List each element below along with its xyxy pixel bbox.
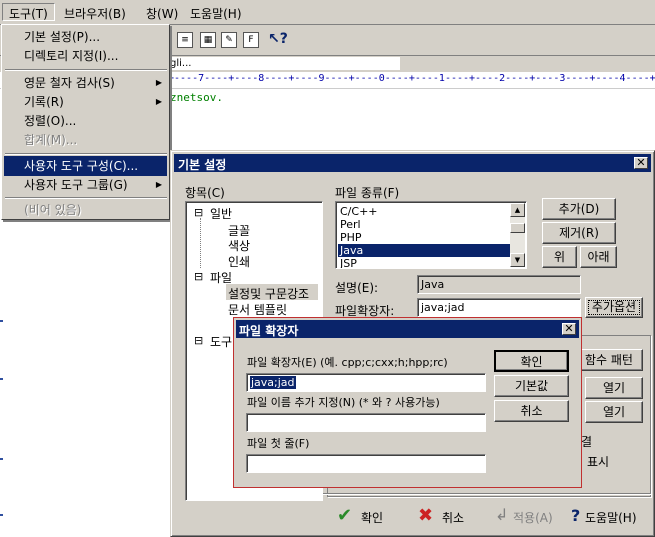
tree-line [200,218,201,268]
extension-dialog: 파일 확장자 ✕ 파일 확장자(E) (예. cpp;c;cxx;h;hpp;r… [233,317,582,488]
move-up-button[interactable]: 위 [542,246,577,268]
cancel-button-label: 취소 [442,511,465,525]
help-question-icon: ? [571,506,581,525]
toolbar-list-icon[interactable]: ≡ [177,32,193,48]
ext-default-button[interactable]: 기본값 [494,375,569,397]
open-button-2[interactable]: 열기 [585,401,643,423]
menu-item-directory[interactable]: 디렉토리 지정(I)... [2,46,170,66]
editor-path-text: gli... [170,58,192,69]
category-label: 항목(C) [185,186,225,200]
menu-item-empty: (비어 있음) [24,203,82,217]
firstline-label: 파일 첫 줄(F) [247,437,310,450]
partial-label-1: 결 [581,435,593,449]
tree-item-syntax-selected[interactable]: 설정및 구문강조 [226,284,318,301]
filetype-list[interactable]: C/C++ Perl PHP Java JSP ▲ ▼ [335,201,527,269]
toolbar-font-icon[interactable]: F [243,32,259,48]
ext-cancel-button[interactable]: 취소 [494,400,569,422]
tree-item-print[interactable]: 인쇄 [228,253,250,270]
editor-path-field: gli... [168,57,400,70]
menu-browser[interactable]: 브라우저(B) [64,5,126,22]
remove-filetype-button[interactable]: 제거(R) [542,222,616,244]
toolbar-tool-icon[interactable]: ✎ [221,32,237,48]
tree-item-color[interactable]: 색상 [228,237,250,254]
ok-button-label: 확인 [361,511,384,525]
name-label: 파일 이름 추가 지정(N) (* 와 ? 사용가능) [247,396,440,409]
help-button-label: 도움말(H) [585,511,637,525]
extension-titlebar[interactable]: 파일 확장자 ✕ [236,320,579,338]
filetype-item[interactable]: JSP [338,257,512,268]
menu-item-user-tool-group[interactable]: 사용자 도구 그룹(G) ▶ [2,175,170,195]
preferences-titlebar[interactable]: 기본 설정 ✕ [174,154,651,172]
menu-tools-label: 도구(T) [9,7,48,21]
menu-item-sum: 합계(M)... [24,133,78,147]
tree-item-template[interactable]: 문서 템플릿 [228,301,287,318]
extension-close-button[interactable]: ✕ [562,323,576,335]
tools-menu: 기본 설정(P)... 디렉토리 지정(I)... 영문 철자 검사(S) ▶ 기… [1,24,170,220]
x-icon: ✖ [418,505,434,526]
ruler-text: +----7----+----8----+----9----+----0----… [168,73,655,84]
filetype-item[interactable]: Perl [338,218,512,231]
preferences-title: 기본 설정 [178,158,227,172]
submenu-arrow-icon: ▶ [155,180,162,189]
extension-options-button[interactable]: 추가옵션 [585,297,643,318]
description-field[interactable]: Java [417,275,581,294]
filetype-item-selected[interactable]: Java [338,244,512,257]
submenu-arrow-icon: ▶ [155,97,162,106]
scroll-up-button[interactable]: ▲ [510,203,525,217]
filetype-item[interactable]: PHP [338,231,512,244]
footer-separator [323,493,651,495]
firstline-input[interactable] [246,454,486,473]
tree-expander-icon[interactable]: ⊟ [194,206,203,219]
menu-separator [5,69,167,71]
move-down-button[interactable]: 아래 [580,246,617,268]
add-filetype-button[interactable]: 추가(D) [542,198,616,220]
scroll-down-button[interactable]: ▼ [510,253,525,267]
preferences-close-button[interactable]: ✕ [634,157,648,169]
menu-item-sort[interactable]: 정렬(O)... [2,111,170,131]
ext-input-value: java;jad [250,376,296,389]
function-pattern-button[interactable]: 함수 패턴 [575,349,643,371]
filetype-label: 파일 종류(F) [335,186,400,200]
help-button[interactable]: ? 도움말(H) [567,505,652,529]
cancel-button[interactable]: ✖ 취소 [414,505,474,529]
ok-button[interactable]: ✔ 확인 [331,505,391,529]
menu-item-preferences[interactable]: 기본 설정(P)... [2,27,170,47]
menu-help[interactable]: 도움말(H) [190,5,242,22]
filetype-scrollbar[interactable]: ▲ ▼ [510,203,525,267]
scroll-thumb[interactable] [510,223,525,233]
tree-expander-icon[interactable]: ⊟ [194,334,203,347]
menu-window[interactable]: 창(W) [146,5,178,22]
extension-title: 파일 확장자 [239,324,299,338]
filetype-item[interactable]: C/C++ [338,205,512,218]
menu-tools[interactable]: 도구(T) [2,3,55,21]
check-icon: ✔ [337,505,353,526]
name-input[interactable] [246,413,486,432]
open-button-1[interactable]: 열기 [585,377,643,399]
extension-field[interactable]: java;jad [417,298,581,317]
apply-button: ↲ 적용(A) [489,505,559,529]
ext-ok-button[interactable]: 확인 [494,350,569,372]
ext-label: 파일 확장자(E) (예. cpp;c;cxx;h;hpp;rc) [247,356,448,369]
toolbar-calc-icon[interactable]: ▦ [200,32,216,48]
menu-item-record[interactable]: 기록(R) ▶ [2,92,170,112]
tree-item-general[interactable]: 일반 [210,205,232,222]
menu-item-user-tools[interactable]: 사용자 도구 구성(C)... [4,156,167,176]
ext-input[interactable]: java;jad [246,373,486,392]
editor-gutter [0,222,4,532]
tree-expander-icon[interactable]: ⊟ [194,270,203,283]
menu-item-spellcheck[interactable]: 영문 철자 검사(S) ▶ [2,73,170,93]
tree-item-tools[interactable]: 도구 [210,333,232,350]
menu-separator [5,197,167,199]
editor-line-text: znetsov. [170,91,223,104]
apply-arrow-icon: ↲ [495,505,509,524]
toolbar-help-icon[interactable]: ↖? [268,31,288,47]
submenu-arrow-icon: ▶ [155,78,162,87]
menubar: 도구(T) 브라우저(B) 창(W) 도움말(H) [0,0,655,25]
partial-label-2: 표시 [587,455,610,469]
menu-separator [5,153,167,155]
description-label: 설명(E): [335,281,379,295]
apply-button-label: 적용(A) [513,511,553,525]
